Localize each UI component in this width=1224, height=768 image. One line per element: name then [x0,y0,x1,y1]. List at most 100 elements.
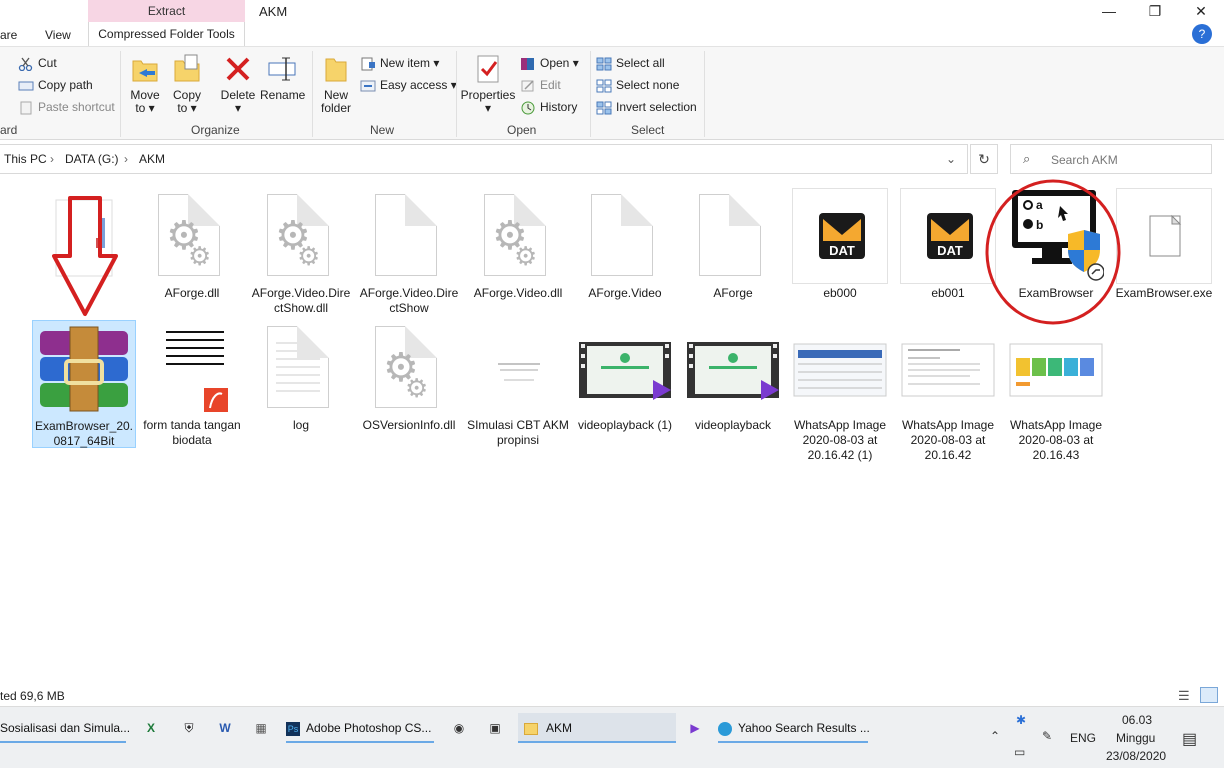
image-thumbnail [1008,320,1104,416]
bluetooth-icon[interactable]: ✱ [1016,713,1026,727]
file-view: ⚙ ⚙ AForge.dll ⚙ ⚙ AForge.Video.DirectShow… [0,178,1224,686]
notification-icon[interactable]: ▤ [1182,729,1197,749]
image-thumbnail [792,320,888,416]
exe-file-icon [1116,188,1212,284]
file-item[interactable]: WhatsApp Image 2020-08-03 at 20.16.42 (1… [788,320,892,463]
file-name: AForge.Video [588,286,662,300]
details-view-icon[interactable]: ☰ [1178,688,1190,704]
clock-date[interactable]: 23/08/2020 [1106,749,1166,763]
file-item[interactable]: ⚙ ⚙ AForge.Video.DirectShow.dll [249,188,353,316]
compressed-folder-tools-tab[interactable]: Compressed Folder Tools [88,22,245,46]
file-item[interactable]: form tanda tangan biodata [140,320,244,448]
winrar-archive-icon [36,321,132,417]
search-box[interactable]: ⌕ Search AKM [1010,144,1212,174]
clock-day[interactable]: Minggu [1116,731,1155,745]
terminal-icon[interactable]: ▣ [486,713,504,743]
help-button[interactable]: ? [1192,24,1212,44]
file-item[interactable]: videoplayback [681,320,785,433]
word-icon[interactable]: W [216,713,234,743]
history-button[interactable]: History [520,97,577,117]
document-thumbnail [470,320,566,416]
select-none-button[interactable]: Select none [596,75,679,95]
open-button[interactable]: Open ▾ [520,53,579,73]
file-item[interactable]: videoplayback (1) [573,320,677,433]
address-bar[interactable]: This PC › DATA (G:) › AKM ⌄ [0,144,968,174]
file-name: ExamBrowser.exe [1115,286,1213,300]
cut-button[interactable]: Cut [18,53,57,73]
taskbar-item-sosialisasi[interactable]: Sosialisasi dan Simula... [0,713,130,743]
file-name: OSVersionInfo.dll [362,418,456,432]
select-all-icon [596,57,612,71]
new-group-label: New [370,123,395,137]
file-item[interactable]: DAT eb000 [788,188,892,301]
chevron-down-icon[interactable]: ⌄ [946,152,956,166]
minimize-button[interactable]: — [1086,0,1132,22]
copy-to-label: Copy to ▾ [172,88,201,115]
chevron-up-icon[interactable]: ⌃ [990,729,1000,743]
file-item[interactable]: ⚙ ⚙ AForge.dll [140,188,244,301]
tab-view[interactable]: View [45,26,71,46]
properties-button[interactable]: Properties ▾ [460,53,516,115]
taskbar-item-photoshop[interactable]: Ps Adobe Photoshop CS... [286,713,434,743]
file-item[interactable]: AForge [681,188,785,301]
close-button[interactable]: ✕ [1178,0,1224,22]
file-item[interactable]: ExamBrowser.exe [1112,188,1216,301]
paste-shortcut-button[interactable]: Paste shortcut [18,97,115,117]
file-item[interactable]: ⚙ ⚙ AForge.Video.dll [466,188,570,301]
file-item[interactable]: SImulasi CBT AKM propinsi [466,320,570,448]
new-item-button[interactable]: New item ▾ [360,53,439,73]
select-all-button[interactable]: Select all [596,53,665,73]
video-thumbnail [685,320,781,416]
extract-tab-header[interactable]: Extract [88,0,245,22]
refresh-button[interactable]: ↻ [970,144,998,174]
edit-button[interactable]: Edit [520,75,561,95]
window-title: AKM [259,4,288,19]
file-item[interactable]: WhatsApp Image 2020-08-03 at 20.16.42 [896,320,1000,463]
pen-icon[interactable]: ✎ [1042,729,1052,743]
taskbar-item-edge[interactable]: Yahoo Search Results ... [718,713,870,743]
file-item[interactable]: AForge.Video.DirectShow [357,188,461,316]
new-folder-button[interactable]: New folder [316,53,356,115]
calculator-icon[interactable]: ▦ [252,713,270,743]
ribbon-separator [312,51,313,137]
file-item[interactable]: ⚙ ⚙ OSVersionInfo.dll [357,320,461,433]
media-player-icon[interactable]: ▶ [686,713,704,743]
file-item-selected[interactable]: ExamBrowser_20.0817_64Bit [32,320,136,448]
refresh-icon: ↻ [978,151,990,167]
maximize-button[interactable]: ❐ [1132,0,1178,22]
language-indicator[interactable]: ENG [1070,731,1096,745]
taskbar-item-akm[interactable]: AKM [518,713,676,743]
dat-badge-text: DAT [937,243,963,258]
properties-check-icon [472,53,504,85]
move-to-button[interactable]: Move to ▾ [126,53,164,115]
file-item[interactable]: log [249,320,353,433]
battery-icon[interactable]: ▭ [1014,745,1025,759]
blank-file-icon [577,188,673,284]
file-item[interactable]: WhatsApp Image 2020-08-03 at 20.16.43 [1004,320,1108,463]
dll-file-icon: ⚙ ⚙ [361,320,457,416]
status-text: ted 69,6 MB [0,689,65,703]
shield-icon[interactable]: ⛨ [180,713,198,743]
breadcrumb-this-pc[interactable]: This PC [4,152,47,166]
clock-time[interactable]: 06.03 [1122,713,1152,727]
breadcrumb-data-drive[interactable]: DATA (G:) [65,152,119,166]
select-none-icon [596,79,612,93]
breadcrumb-akm[interactable]: AKM [139,152,165,166]
folder-icon [524,722,538,735]
new-folder-label: New folder [320,88,352,115]
file-item[interactable]: AForge.Video [573,188,677,301]
delete-button[interactable]: Delete ▾ [218,53,258,115]
rename-button[interactable]: Rename [260,53,305,102]
media-app-icon[interactable]: ◉ [450,713,468,743]
excel-icon[interactable]: X [142,713,160,743]
copy-path-button[interactable]: Copy path [18,75,93,95]
tab-share[interactable]: are [0,26,17,46]
easy-access-button[interactable]: Easy access ▾ [360,75,457,95]
invert-selection-button[interactable]: Invert selection [596,97,697,117]
large-icons-view-icon[interactable] [1200,687,1218,703]
copy-to-button[interactable]: Copy to ▾ [168,53,206,115]
image-thumbnail [900,320,996,416]
select-none-label: Select none [616,78,680,92]
pdf-document-thumbnail [144,320,240,416]
photoshop-icon: Ps [286,721,300,736]
